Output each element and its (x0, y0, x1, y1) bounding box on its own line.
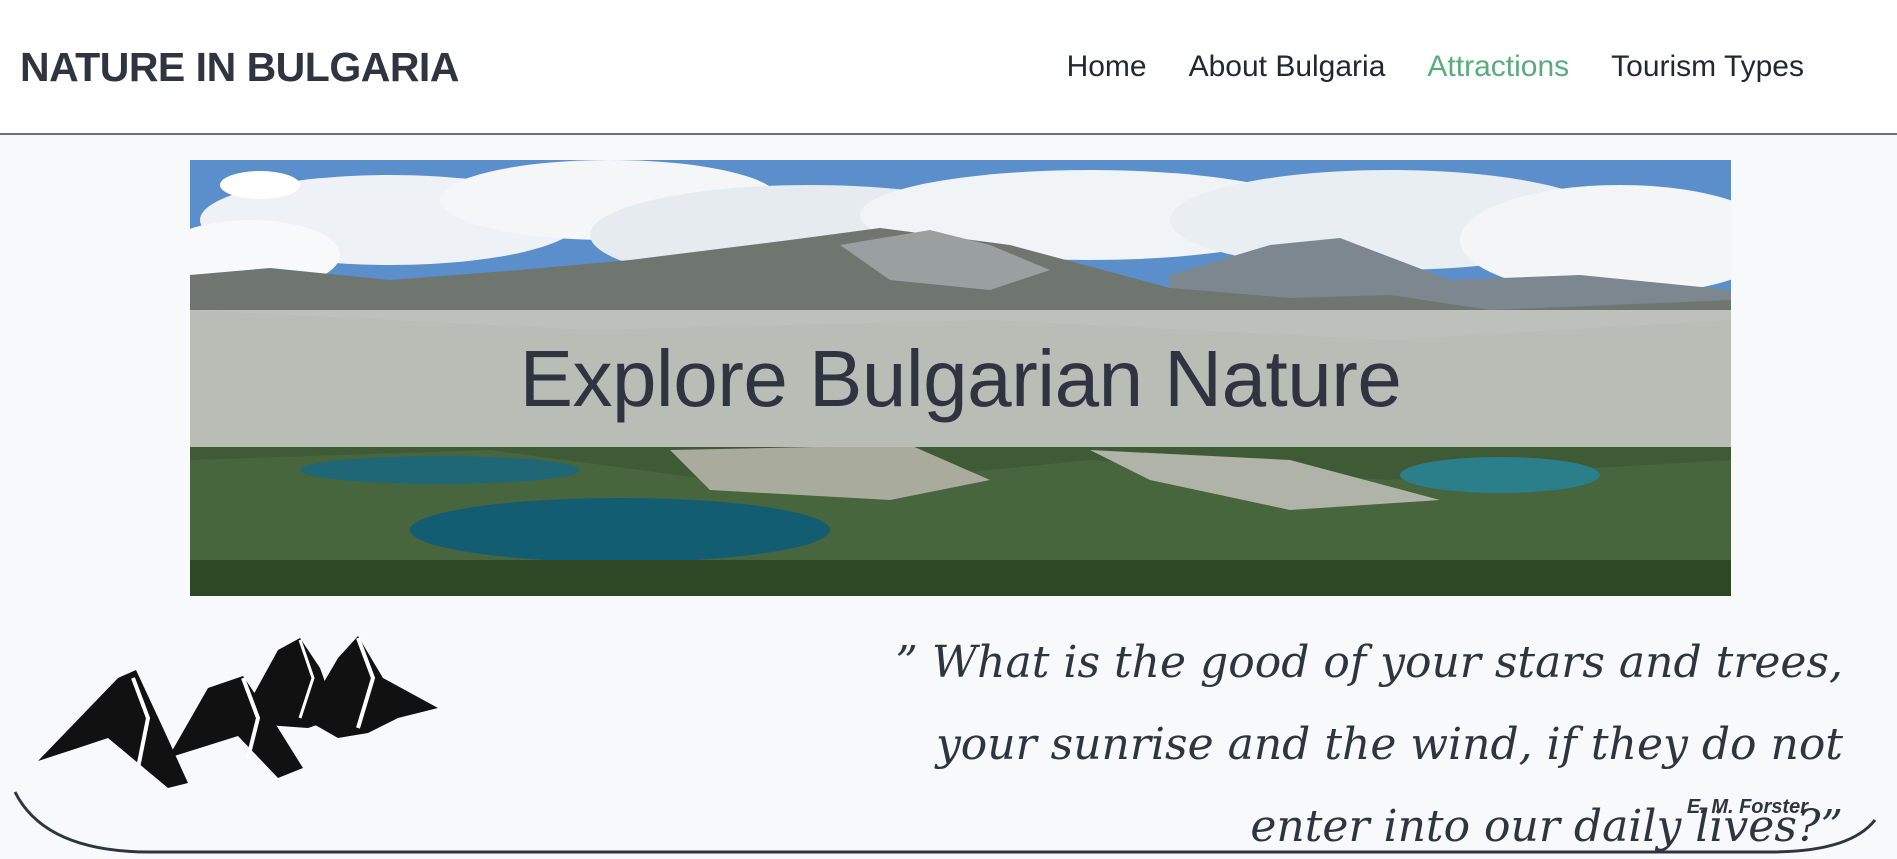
nav-item-attractions: Attractions (1427, 50, 1569, 84)
nav-link-attractions[interactable]: Attractions (1427, 50, 1569, 83)
nav-item-home: Home (1067, 50, 1147, 84)
site-header: NATURE IN BULGARIA Home About Bulgaria A… (0, 0, 1897, 135)
page: NATURE IN BULGARIA Home About Bulgaria A… (0, 0, 1897, 859)
section-divider-curve (13, 791, 1877, 854)
nav-item-tourism: Tourism Types (1611, 50, 1804, 84)
brand-logo-link[interactable]: NATURE IN BULGARIA (20, 44, 459, 91)
nav-link-tourism-types[interactable]: Tourism Types (1611, 50, 1804, 83)
mountains-icon (38, 636, 438, 788)
hero-title: Explore Bulgarian Nature (519, 333, 1402, 423)
nav-link-home[interactable]: Home (1067, 50, 1147, 83)
hero-banner: Explore Bulgarian Nature (190, 160, 1731, 596)
hero-title-band: Explore Bulgarian Nature (190, 310, 1731, 447)
nav-item-about: About Bulgaria (1189, 50, 1386, 84)
main-nav: Home About Bulgaria Attractions Tourism … (1067, 50, 1804, 84)
nav-link-about-bulgaria[interactable]: About Bulgaria (1189, 50, 1386, 83)
